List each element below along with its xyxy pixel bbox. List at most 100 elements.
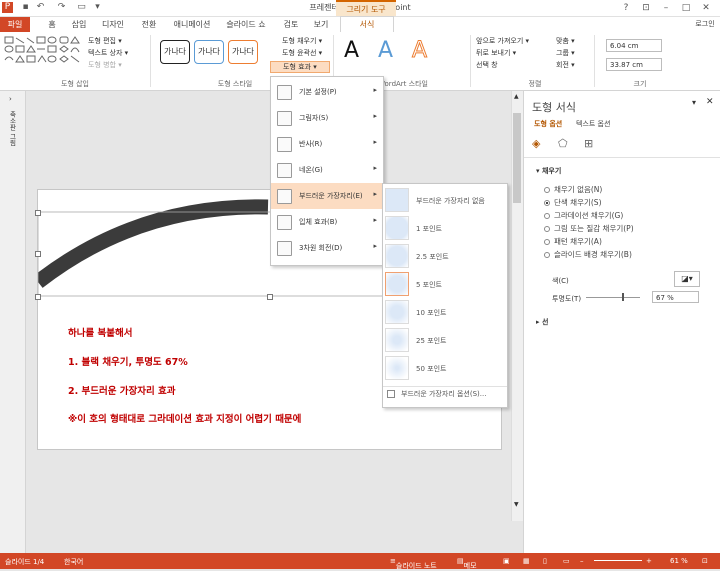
- help-button[interactable]: ?: [618, 1, 634, 15]
- slideshow-view-icon[interactable]: ▭: [563, 557, 570, 565]
- rotate-button[interactable]: 회전 ▾: [556, 60, 575, 70]
- shape-outline-button[interactable]: 도형 윤곽선 ▾: [282, 48, 322, 58]
- resize-handle[interactable]: [35, 210, 41, 216]
- fill-picture-option[interactable]: 그림 또는 질감 채우기(P): [544, 223, 634, 234]
- zoom-slider[interactable]: [594, 560, 642, 561]
- radio-icon: [544, 252, 550, 258]
- fill-gradient-option[interactable]: 그라데이션 채우기(G): [544, 210, 623, 221]
- zoom-in-icon[interactable]: +: [646, 557, 652, 565]
- shape-fill-button[interactable]: 도형 채우기 ▾: [282, 36, 322, 46]
- soft-edge-2-5pt[interactable]: 2.5 포인트: [383, 242, 507, 270]
- menu-item-reflection[interactable]: 반사(R) ▸: [271, 131, 383, 157]
- soft-edge-none[interactable]: 부드러운 가장자리 없음: [383, 186, 507, 214]
- selection-pane-button[interactable]: 선택 창: [476, 60, 498, 70]
- tab-text-options[interactable]: 텍스트 옵션: [576, 119, 610, 129]
- fill-background-option[interactable]: 슬라이드 배경 채우기(B): [544, 249, 632, 260]
- fill-color-picker[interactable]: ◪▾: [674, 271, 700, 287]
- wordart-style-3[interactable]: A: [411, 38, 427, 64]
- scroll-thumb[interactable]: [513, 113, 521, 203]
- edit-shape-button[interactable]: 도형 편집 ▾: [88, 36, 122, 46]
- notes-button[interactable]: ≡ 슬라이드 노트: [390, 557, 437, 570]
- fit-to-window-icon[interactable]: ⊡: [702, 557, 708, 565]
- zoom-out-icon[interactable]: –: [580, 557, 584, 565]
- group-button[interactable]: 그룹 ▾: [556, 48, 575, 58]
- shape-effects-button[interactable]: 도형 효과 ▾: [270, 61, 330, 73]
- tab-shape-options[interactable]: 도형 옵션: [534, 119, 562, 129]
- resize-handle[interactable]: [267, 294, 273, 300]
- effects-icon[interactable]: ⬠: [558, 137, 568, 150]
- tab-slideshow[interactable]: 슬라이드 쇼: [220, 17, 272, 32]
- slide-text-line[interactable]: ※이 호의 형태대로 그라데이션 효과 지정이 어렵기 때문에: [68, 411, 301, 425]
- merge-shapes-button[interactable]: 도형 병합 ▾: [88, 60, 122, 70]
- transparency-slider-track[interactable]: [586, 297, 640, 298]
- soft-edge-1pt[interactable]: 1 포인트: [383, 214, 507, 242]
- tab-home[interactable]: 홈: [42, 17, 62, 32]
- shape-style-3[interactable]: 가나다: [228, 40, 258, 64]
- fill-pattern-option[interactable]: 패턴 채우기(A): [544, 236, 602, 247]
- fill-line-icon[interactable]: ◈: [532, 137, 540, 150]
- fill-solid-option[interactable]: 단색 채우기(S): [544, 197, 602, 208]
- menu-item-3d-rotation[interactable]: 3차원 회전(D) ▸: [271, 235, 383, 261]
- tab-format[interactable]: 서식: [340, 16, 394, 33]
- soft-edge-5pt[interactable]: 5 포인트: [383, 270, 507, 298]
- shape-style-1[interactable]: 가나다: [160, 40, 190, 64]
- pane-options-icon[interactable]: ▾: [692, 98, 696, 107]
- resize-handle[interactable]: [35, 251, 41, 257]
- pane-scrollbar[interactable]: [714, 95, 720, 495]
- tab-view[interactable]: 보기: [308, 17, 334, 32]
- close-button[interactable]: ✕: [698, 1, 714, 15]
- menu-item-bevel[interactable]: 입체 효과(B) ▸: [271, 209, 383, 235]
- shape-width-input[interactable]: 33.87 cm: [606, 58, 662, 71]
- language-indicator[interactable]: 한국어: [64, 557, 83, 567]
- menu-item-shadow[interactable]: 그림자(S) ▸: [271, 105, 383, 131]
- comments-button[interactable]: ▤ 메모: [457, 557, 477, 570]
- soft-edge-25pt[interactable]: 25 포인트: [383, 326, 507, 354]
- minimize-button[interactable]: –: [658, 1, 674, 15]
- shape-style-2[interactable]: 가나다: [194, 40, 224, 64]
- tab-file[interactable]: 파일: [0, 17, 30, 32]
- shapes-gallery[interactable]: [4, 36, 84, 66]
- tab-insert[interactable]: 삽입: [64, 17, 94, 32]
- normal-view-icon[interactable]: ▣: [503, 557, 510, 565]
- resize-handle[interactable]: [35, 294, 41, 300]
- scroll-down-icon[interactable]: ▼: [514, 501, 519, 508]
- wordart-style-2[interactable]: A: [378, 38, 393, 63]
- size-properties-icon[interactable]: ⊞: [584, 137, 593, 150]
- soft-edge-10pt[interactable]: 10 포인트: [383, 298, 507, 326]
- scroll-up-icon[interactable]: ▲: [514, 93, 519, 100]
- slide-text-line[interactable]: 2. 부드러운 가장자리 효과: [68, 383, 176, 397]
- tab-animations[interactable]: 애니메이션: [168, 17, 216, 32]
- signin-link[interactable]: 로그인: [690, 17, 720, 32]
- expand-thumbnails-icon[interactable]: ›: [9, 95, 12, 103]
- soft-edge-50pt[interactable]: 50 포인트: [383, 354, 507, 382]
- line-section-header[interactable]: ▸ 선: [536, 317, 548, 327]
- fill-section-header[interactable]: ▾ 채우기: [536, 166, 561, 176]
- tab-review[interactable]: 검토: [278, 17, 304, 32]
- bring-forward-button[interactable]: 앞으로 가져오기 ▾: [476, 36, 529, 46]
- tab-transitions[interactable]: 전환: [134, 17, 164, 32]
- slide-text-line[interactable]: 하나를 복붙해서: [68, 325, 133, 339]
- maximize-button[interactable]: □: [678, 1, 694, 15]
- reading-view-icon[interactable]: ▯: [543, 557, 547, 565]
- slide-sorter-icon[interactable]: ▦: [523, 557, 530, 565]
- slide-text-line[interactable]: 1. 블랙 채우기, 투명도 67%: [68, 354, 188, 368]
- tab-design[interactable]: 디자인: [98, 17, 128, 32]
- send-backward-button[interactable]: 뒤로 보내기 ▾: [476, 48, 516, 58]
- menu-item-soft-edges[interactable]: 부드러운 가장자리(E) ▸: [271, 183, 383, 209]
- zoom-level[interactable]: 61 %: [670, 557, 688, 565]
- pane-close-icon[interactable]: ✕: [706, 97, 714, 107]
- fill-none-option[interactable]: 채우기 없음(N): [544, 184, 602, 195]
- menu-item-glow[interactable]: 네온(G) ▸: [271, 157, 383, 183]
- thumbnail-pane[interactable]: › 축소판 그림: [0, 91, 26, 553]
- vertical-scrollbar[interactable]: ▲ ▼: [511, 91, 523, 521]
- shape-height-input[interactable]: 6.04 cm: [606, 39, 662, 52]
- transparency-input[interactable]: 67 %: [652, 291, 699, 303]
- soft-edge-options-item[interactable]: 부드러운 가장자리 옵션(S)...: [401, 389, 486, 399]
- align-button[interactable]: 맞춤 ▾: [556, 36, 575, 46]
- submenu-arrow-icon: ▸: [373, 190, 377, 198]
- text-box-button[interactable]: 텍스트 상자 ▾: [88, 48, 128, 58]
- transparency-slider-thumb[interactable]: [622, 293, 625, 301]
- ribbon-display-icon[interactable]: ⊡: [638, 1, 654, 15]
- wordart-style-1[interactable]: A: [344, 38, 359, 63]
- menu-item-preset[interactable]: 기본 설정(P) ▸: [271, 79, 383, 105]
